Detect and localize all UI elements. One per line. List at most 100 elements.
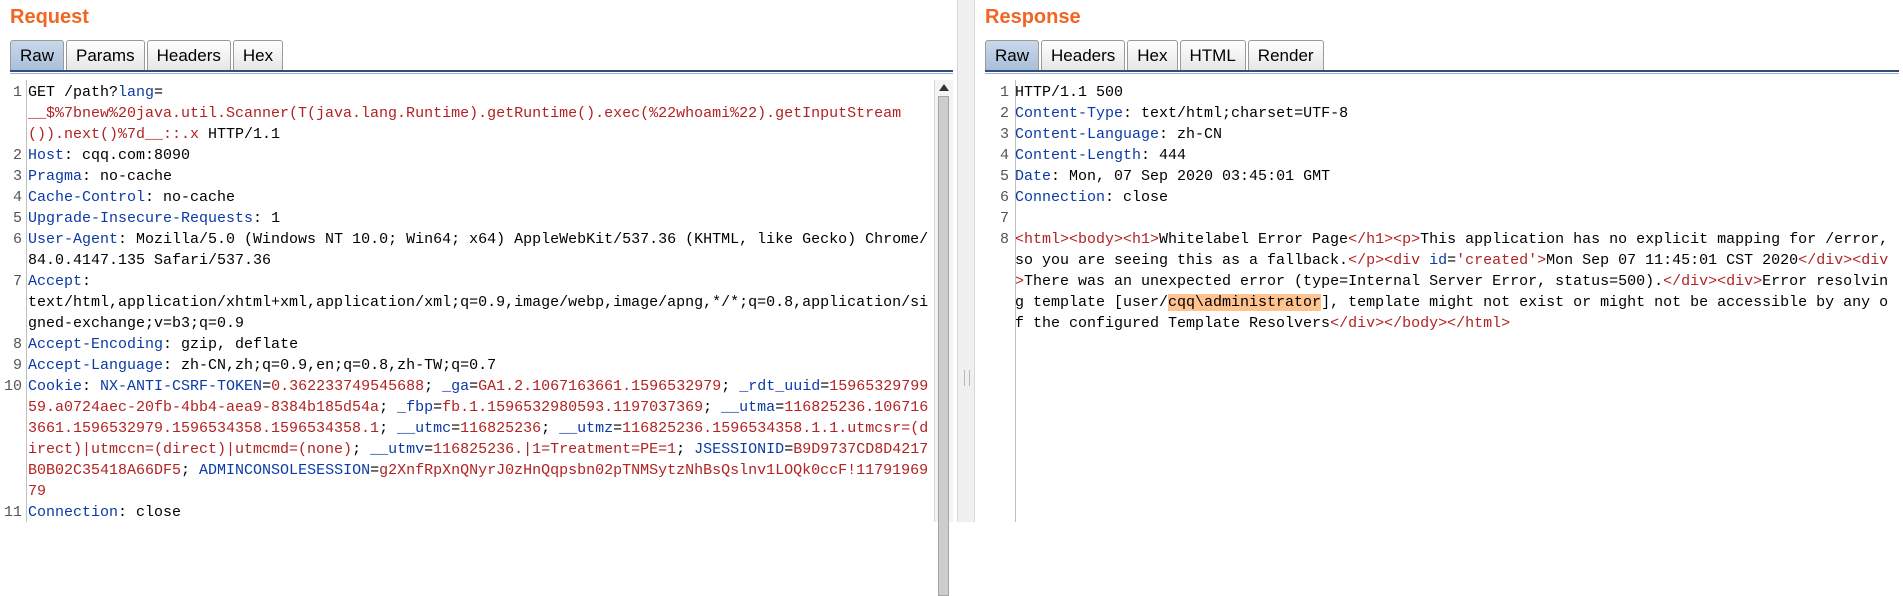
cookie-value: fb.1.1596532980593.1197037369 [442, 399, 704, 416]
response-status: HTTP/1.1 500 [1015, 84, 1124, 101]
cookie-equals: = [820, 378, 830, 395]
cookie-name: __utma [721, 399, 776, 416]
tab-headers[interactable]: Headers [146, 40, 231, 70]
grip-icon [964, 370, 970, 386]
cookie-name: _ga [442, 378, 470, 395]
line-number: 8 [12, 336, 22, 353]
line-number: 10 [3, 378, 22, 395]
response-lines: 1 HTTP/1.1 500 2 Content-Type: text/html;… [975, 82, 1893, 334]
cookie-equals: = [784, 441, 794, 458]
header-name: Date [1015, 168, 1052, 185]
cookie-equals: = [613, 420, 623, 437]
request-header-line: 7 Accept: text/html,application/xhtml+xml… [0, 271, 933, 334]
line-number: 2 [12, 147, 22, 164]
header-name: Connection [1015, 189, 1106, 206]
cookie-name: _rdt_uuid [739, 378, 821, 395]
header-value: Mon, 07 Sep 2020 03:45:01 GMT [1069, 168, 1331, 185]
header-separator: : [1123, 105, 1142, 122]
request-title: Request [10, 6, 89, 28]
scroll-up-icon[interactable] [939, 84, 949, 91]
highlighted-text: cqq\administrator [1168, 294, 1322, 311]
tab-underline-light [985, 73, 1899, 74]
cookie-name: _fbp [397, 399, 434, 416]
cookie-equals: = [451, 420, 461, 437]
header-name: Accept-Language [28, 357, 164, 374]
header-separator: : [118, 231, 137, 248]
cookie-separator: ; [379, 420, 398, 437]
response-header-line: 2 Content-Type: text/html;charset=UTF-8 [975, 103, 1893, 124]
line-content: Upgrade-Insecure-Requests: 1 [28, 208, 933, 229]
header-value: Mozilla/5.0 (Windows NT 10.0; Win64; x64… [28, 231, 929, 269]
request-line: 1 GET /path?lang= __$%7bnew%20java.util.S… [12, 84, 902, 143]
header-name: Upgrade-Insecure-Requests [28, 210, 254, 227]
header-separator: : [118, 504, 137, 521]
header-value: no-cache [100, 168, 173, 185]
scroll-thumb[interactable] [938, 96, 949, 596]
request-lines: 1 GET /path?lang= __$%7bnew%20java.util.S… [0, 82, 933, 522]
response-tabs: Raw Headers Hex HTML Render [985, 40, 1324, 70]
cookie-name: __utmv [370, 441, 425, 458]
request-scrollbar[interactable] [934, 80, 953, 596]
cookie-equals: = [775, 399, 785, 416]
cookie-separator: ; [676, 441, 695, 458]
cookie-value: 116825236 [460, 420, 542, 437]
header-separator: : [1141, 147, 1160, 164]
header-value: close [136, 504, 182, 521]
line-number: 6 [999, 189, 1009, 206]
tab-render[interactable]: Render [1247, 40, 1324, 70]
line-content: Content-Length: 444 [1015, 145, 1893, 166]
h1-text: Whitelabel Error Page [1159, 231, 1349, 248]
request-header-line: 5 Upgrade-Insecure-Requests: 1 [0, 208, 933, 229]
line-content: Accept-Encoding: gzip, deflate [28, 334, 933, 355]
cookie-separator: ; [541, 420, 560, 437]
request-header-line: 9 Accept-Language: zh-CN,zh;q=0.9,en;q=0.… [0, 355, 933, 376]
header-separator: : [82, 273, 101, 290]
split-pane-divider[interactable] [957, 0, 975, 522]
header-separator: : [1051, 168, 1070, 185]
request-header-line: 3 Pragma: no-cache [0, 166, 933, 187]
header-name: Pragma [28, 168, 83, 185]
cookie-name: JSESSIONID [694, 441, 785, 458]
header-value: zh-CN,zh;q=0.9,en;q=0.8,zh-TW;q=0.7 [181, 357, 497, 374]
cookie-name: NX-ANTI-CSRF-TOKEN [100, 378, 263, 395]
header-value: text/html;charset=UTF-8 [1141, 105, 1349, 122]
line-number: 4 [12, 189, 22, 206]
line-content: Accept-Language: zh-CN,zh;q=0.9,en;q=0.8… [28, 355, 933, 376]
line-number: 7 [999, 210, 1009, 227]
timestamp-text: Mon Sep 07 11:45:01 CST 2020 [1546, 252, 1799, 269]
header-separator: : [1159, 126, 1178, 143]
request-header-line: 8 Accept-Encoding: gzip, deflate [0, 334, 933, 355]
line-content: Content-Language: zh-CN [1015, 124, 1893, 145]
tab-html[interactable]: HTML [1179, 40, 1246, 70]
tab-headers[interactable]: Headers [1041, 40, 1126, 70]
request-header-line: 4 Cache-Control: no-cache [0, 187, 933, 208]
line-number: 9 [12, 357, 22, 374]
request-panel: Request Raw Params Headers Hex 1 GET /pa… [0, 0, 957, 596]
html-tag: </p><div [1348, 252, 1430, 269]
header-value: zh-CN [1177, 126, 1223, 143]
response-title: Response [985, 6, 1081, 28]
header-name: Content-Language [1015, 126, 1160, 143]
tab-raw[interactable]: Raw [985, 40, 1040, 70]
tab-params[interactable]: Params [66, 40, 145, 70]
tab-underline [985, 70, 1899, 72]
cookie-value: 116825236.|1=Treatment=PE=1 [433, 441, 677, 458]
request-editor[interactable]: 1 GET /path?lang= __$%7bnew%20java.util.S… [0, 80, 957, 522]
query-param-name: lang [118, 84, 155, 101]
header-name: Accept [28, 273, 83, 290]
header-name: Cookie [28, 378, 83, 395]
query-param-payload: __$%7bnew%20java.util.Scanner(T(java.lan… [28, 105, 902, 143]
cookie-name: __utmc [397, 420, 452, 437]
tab-hex[interactable]: Hex [1127, 40, 1178, 70]
attr-value: 'created' [1456, 252, 1538, 269]
request-tabs: Raw Params Headers Hex [10, 40, 284, 70]
response-header-line: 5 Date: Mon, 07 Sep 2020 03:45:01 GMT [975, 166, 1893, 187]
line-content [1015, 208, 1893, 229]
header-value: gzip, deflate [181, 336, 299, 353]
tab-hex[interactable]: Hex [232, 40, 284, 70]
response-editor[interactable]: 1 HTTP/1.1 500 2 Content-Type: text/html;… [975, 80, 1903, 522]
line-content: Accept: text/html,application/xhtml+xml,… [28, 271, 933, 334]
line-number: 4 [999, 147, 1009, 164]
request-cookie-line: 10 Cookie: NX-ANTI-CSRF-TOKEN=0.362233749… [0, 376, 933, 502]
tab-raw[interactable]: Raw [10, 40, 65, 70]
